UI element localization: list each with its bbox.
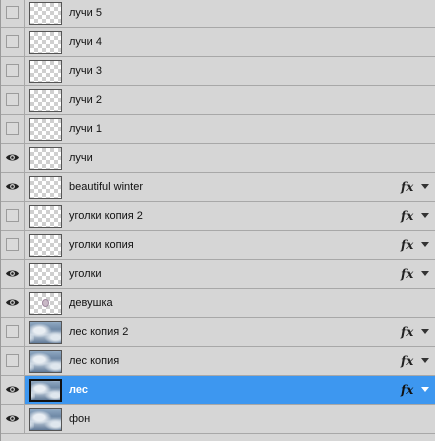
layer-row[interactable]: лучи 1 bbox=[1, 115, 435, 144]
fx-expand-arrow-icon[interactable] bbox=[421, 242, 429, 247]
empty-visibility-box bbox=[6, 64, 19, 77]
layer-name[interactable]: лес bbox=[69, 376, 88, 404]
fx-icon[interactable]: fx bbox=[401, 231, 413, 259]
layer-thumbnail bbox=[29, 234, 62, 257]
layer-row[interactable]: лучи 4 bbox=[1, 28, 435, 57]
visibility-toggle[interactable] bbox=[1, 202, 25, 230]
layers-panel: лучи 5 лучи 4 лучи 3 лучи 2 лучи 1 лучи beauti… bbox=[0, 0, 435, 441]
layer-row[interactable]: фон bbox=[1, 405, 435, 434]
fx-icon[interactable]: fx bbox=[401, 173, 413, 201]
layer-thumbnail bbox=[29, 263, 62, 286]
visibility-toggle[interactable] bbox=[1, 318, 25, 346]
layer-thumbnail bbox=[29, 147, 62, 170]
layer-thumbnail bbox=[29, 350, 62, 373]
layer-thumbnail bbox=[29, 118, 62, 141]
layer-name[interactable]: лучи 1 bbox=[69, 115, 102, 143]
figure-thumbnail-mark bbox=[42, 299, 49, 307]
layer-name[interactable]: лучи 3 bbox=[69, 57, 102, 85]
layer-row[interactable]: лучи 2 bbox=[1, 86, 435, 115]
layer-name[interactable]: девушка bbox=[69, 289, 113, 317]
layer-thumbnail bbox=[29, 31, 62, 54]
visibility-toggle[interactable] bbox=[1, 115, 25, 143]
layer-thumbnail bbox=[29, 89, 62, 112]
layer-name[interactable]: уголки копия 2 bbox=[69, 202, 143, 230]
empty-visibility-box bbox=[6, 325, 19, 338]
eye-icon bbox=[6, 183, 19, 190]
layer-name[interactable]: лес копия 2 bbox=[69, 318, 128, 346]
empty-visibility-box bbox=[6, 6, 19, 19]
fx-expand-arrow-icon[interactable] bbox=[421, 271, 429, 276]
layer-name[interactable]: лучи 4 bbox=[69, 28, 102, 56]
eye-icon[interactable] bbox=[1, 173, 25, 201]
layer-row[interactable]: лес fx bbox=[1, 376, 435, 405]
eye-icon bbox=[6, 270, 19, 277]
visibility-toggle[interactable] bbox=[1, 231, 25, 259]
eye-icon bbox=[6, 415, 19, 422]
empty-visibility-box bbox=[6, 354, 19, 367]
eye-icon[interactable] bbox=[1, 289, 25, 317]
fx-icon[interactable]: fx bbox=[401, 202, 413, 230]
empty-visibility-box bbox=[6, 238, 19, 251]
layer-row[interactable]: девушка bbox=[1, 289, 435, 318]
layer-thumbnail bbox=[29, 321, 62, 344]
empty-visibility-box bbox=[6, 35, 19, 48]
layer-row[interactable]: лес копия fx bbox=[1, 347, 435, 376]
layer-name[interactable]: уголки bbox=[69, 260, 102, 288]
layer-row[interactable]: лучи bbox=[1, 144, 435, 173]
eye-icon[interactable] bbox=[1, 376, 25, 404]
layer-thumbnail bbox=[29, 408, 62, 431]
fx-icon[interactable]: fx bbox=[401, 376, 413, 404]
fx-expand-arrow-icon[interactable] bbox=[421, 387, 429, 392]
visibility-toggle[interactable] bbox=[1, 57, 25, 85]
layer-thumbnail bbox=[29, 379, 62, 402]
layer-row[interactable]: лучи 3 bbox=[1, 57, 435, 86]
eye-icon[interactable] bbox=[1, 144, 25, 172]
layer-name[interactable]: фон bbox=[69, 405, 90, 433]
layer-thumbnail bbox=[29, 205, 62, 228]
eye-icon[interactable] bbox=[1, 260, 25, 288]
fx-icon[interactable]: fx bbox=[401, 318, 413, 346]
layer-thumbnail bbox=[29, 292, 62, 315]
eye-icon[interactable] bbox=[1, 405, 25, 433]
fx-expand-arrow-icon[interactable] bbox=[421, 213, 429, 218]
layer-name[interactable]: лучи bbox=[69, 144, 93, 172]
fx-expand-arrow-icon[interactable] bbox=[421, 358, 429, 363]
layer-name[interactable]: лучи 2 bbox=[69, 86, 102, 114]
layer-row[interactable]: уголки копия fx bbox=[1, 231, 435, 260]
layer-row[interactable]: лучи 5 bbox=[1, 0, 435, 28]
visibility-toggle[interactable] bbox=[1, 28, 25, 56]
layer-name[interactable]: уголки копия bbox=[69, 231, 134, 259]
layer-name[interactable]: beautiful winter bbox=[69, 173, 143, 201]
visibility-toggle[interactable] bbox=[1, 347, 25, 375]
visibility-toggle[interactable] bbox=[1, 0, 25, 27]
fx-icon[interactable]: fx bbox=[401, 347, 413, 375]
fx-expand-arrow-icon[interactable] bbox=[421, 329, 429, 334]
layer-name[interactable]: лучи 5 bbox=[69, 0, 102, 27]
layer-thumbnail bbox=[29, 60, 62, 83]
eye-icon bbox=[6, 386, 19, 393]
eye-icon bbox=[6, 299, 19, 306]
layer-name[interactable]: лес копия bbox=[69, 347, 119, 375]
layer-thumbnail bbox=[29, 2, 62, 25]
layer-thumbnail bbox=[29, 176, 62, 199]
layer-row[interactable]: уголки копия 2 fx bbox=[1, 202, 435, 231]
fx-expand-arrow-icon[interactable] bbox=[421, 184, 429, 189]
empty-visibility-box bbox=[6, 93, 19, 106]
empty-visibility-box bbox=[6, 122, 19, 135]
empty-visibility-box bbox=[6, 209, 19, 222]
layer-row[interactable]: лес копия 2 fx bbox=[1, 318, 435, 347]
visibility-toggle[interactable] bbox=[1, 86, 25, 114]
layer-row[interactable]: beautiful winter fx bbox=[1, 173, 435, 202]
eye-icon bbox=[6, 154, 19, 161]
layer-row[interactable]: уголки fx bbox=[1, 260, 435, 289]
fx-icon[interactable]: fx bbox=[401, 260, 413, 288]
